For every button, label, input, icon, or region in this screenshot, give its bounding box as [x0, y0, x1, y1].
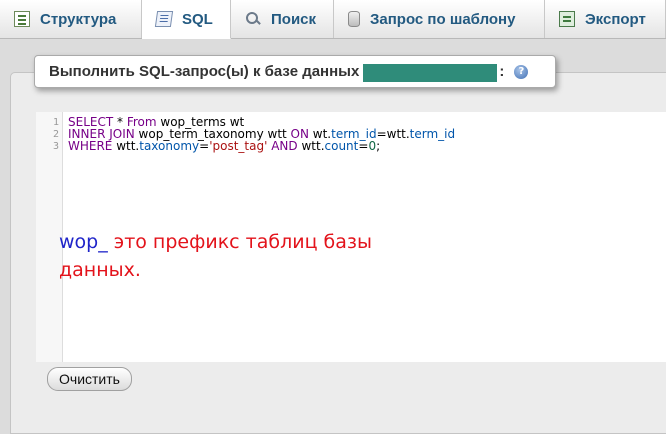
code-token: wtt.: [112, 139, 140, 153]
code-token: 0: [368, 139, 377, 153]
line-number: 1: [52, 117, 59, 128]
code-token: AND: [271, 139, 298, 153]
query-legend: Выполнить SQL-запрос(ы) к базе данных : …: [34, 55, 556, 88]
sql-icon: [154, 11, 174, 27]
annotation-line-1: wop_ это префикс таблиц базы: [59, 231, 372, 253]
code-token: =: [199, 139, 210, 153]
code-token: wtt.: [297, 139, 325, 153]
annotation-text: это префикс таблиц базы: [107, 231, 373, 253]
tab-search[interactable]: Поиск: [231, 0, 334, 38]
export-icon: [559, 11, 575, 27]
code-token: taxonomy: [139, 139, 200, 153]
line-number: 2: [52, 129, 59, 140]
tab-bar: Структура SQL Поиск Запрос по шаблону Эк…: [0, 0, 666, 39]
code-token: =: [358, 139, 369, 153]
clear-button[interactable]: Очистить: [47, 367, 132, 391]
database-name-redacted: [363, 63, 498, 82]
code-token: count: [324, 139, 359, 153]
annotation-prefix: wop_: [59, 231, 108, 253]
search-icon: [245, 11, 261, 27]
database-icon: [348, 11, 360, 27]
code-token: WHERE: [68, 139, 113, 153]
tab-query-label: Запрос по шаблону: [370, 10, 516, 28]
tab-export-label: Экспорт: [585, 10, 646, 28]
line-number: 3: [52, 141, 59, 152]
tab-export[interactable]: Экспорт: [545, 0, 666, 38]
code-token: term_id: [409, 127, 456, 141]
annotation-text-2: данных.: [59, 259, 141, 281]
tab-sql-label: SQL: [182, 10, 213, 28]
code-token: =wtt.: [376, 127, 410, 141]
tab-structure[interactable]: Структура: [0, 0, 142, 38]
code-line: WHERE wtt.taxonomy='post_tag' AND wtt.co…: [68, 139, 380, 153]
structure-icon: [14, 11, 30, 27]
code-token: ;: [376, 139, 381, 153]
legend-text: Выполнить SQL-запрос(ы) к базе данных: [49, 63, 360, 80]
tab-sql[interactable]: SQL: [142, 0, 231, 39]
tab-search-label: Поиск: [271, 10, 317, 28]
legend-colon: :: [499, 63, 505, 80]
annotation-line-2: данных.: [59, 259, 141, 281]
code-token: 'post_tag': [209, 139, 268, 153]
tab-query-by-template[interactable]: Запрос по шаблону: [334, 0, 545, 38]
tab-structure-label: Структура: [40, 10, 117, 28]
help-icon[interactable]: ?: [514, 64, 529, 79]
